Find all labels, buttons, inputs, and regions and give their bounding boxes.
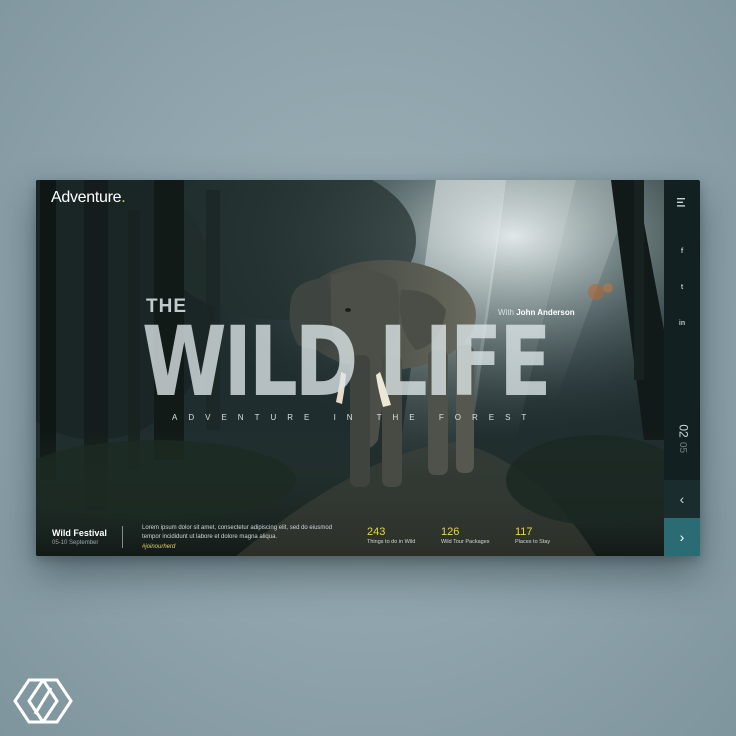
hero-subtitle: ADVENTURE IN THE FOREST bbox=[172, 413, 538, 422]
linkedin-icon[interactable]: in bbox=[664, 320, 700, 327]
divider bbox=[122, 526, 123, 548]
next-slide-button[interactable]: › bbox=[664, 518, 700, 556]
slide-total: 05 bbox=[677, 441, 689, 454]
hero-card: Adventure. THE With John Anderson WILD L… bbox=[36, 180, 700, 556]
stat-label: Wild Tour Packages bbox=[441, 539, 490, 545]
chevron-right-icon: › bbox=[679, 529, 685, 545]
brand-logo[interactable]: Adventure. bbox=[51, 189, 126, 207]
stat-label: Places to Stay bbox=[515, 539, 551, 545]
stat-things-to-do[interactable]: 243 Things to do in Wild bbox=[367, 526, 415, 545]
festival-name: Wild Festival bbox=[52, 528, 107, 538]
stat-tour-packages[interactable]: 126 Wild Tour Packages bbox=[441, 526, 490, 545]
hero-title: WILD LIFE bbox=[142, 306, 552, 418]
prev-slide-button[interactable]: ‹ bbox=[664, 480, 700, 518]
festival-description: Lorem ipsum dolor sit amet, consectetur … bbox=[142, 525, 333, 540]
hamburger-icon[interactable] bbox=[664, 194, 700, 212]
slide-current: 02 bbox=[676, 424, 691, 438]
side-rail: f t in 02 05 ‹ › bbox=[664, 180, 700, 556]
chevron-left-icon: ‹ bbox=[679, 491, 685, 507]
watermark-logo-icon bbox=[13, 676, 73, 726]
facebook-icon[interactable]: f bbox=[664, 248, 700, 255]
logo-dot: . bbox=[121, 189, 126, 206]
stat-value: 126 bbox=[441, 526, 460, 538]
stat-value: 117 bbox=[515, 526, 533, 538]
stat-value: 243 bbox=[367, 526, 386, 538]
logo-text: Adventure bbox=[51, 189, 122, 206]
stat-label: Things to do in Wild bbox=[367, 539, 416, 545]
slide-counter: 02 05 bbox=[668, 424, 698, 464]
stat-places-to-stay[interactable]: 117 Places to Stay bbox=[515, 526, 550, 545]
forest-elephant-photo: Adventure. THE With John Anderson WILD L… bbox=[36, 180, 664, 556]
hashtag-link[interactable]: #joinourherd bbox=[142, 544, 175, 550]
info-bar: Wild Festival 05-10 September Lorem ipsu… bbox=[36, 515, 664, 556]
festival-date: 05-10 September bbox=[52, 540, 99, 546]
twitter-icon[interactable]: t bbox=[664, 284, 700, 291]
